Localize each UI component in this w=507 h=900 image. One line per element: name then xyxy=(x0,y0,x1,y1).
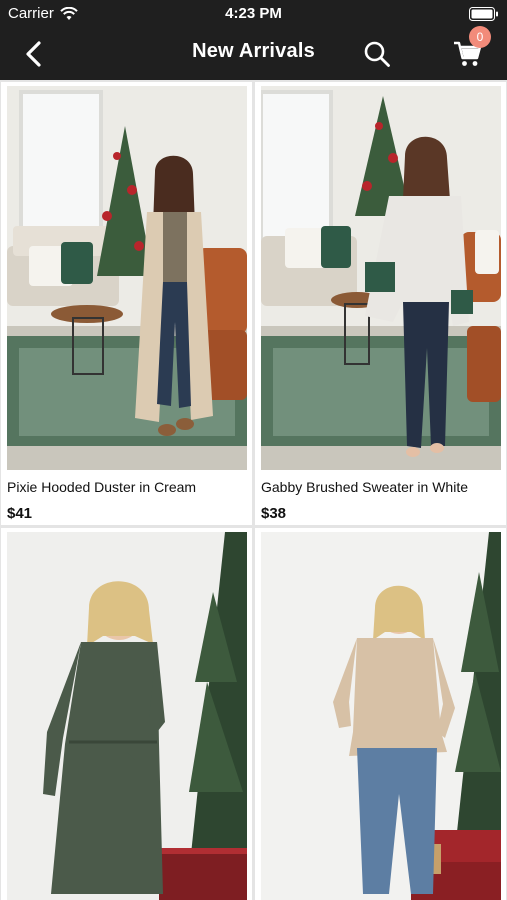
product-card[interactable]: Pixie Hooded Duster in Cream $41 xyxy=(1,82,252,525)
product-image[interactable] xyxy=(261,532,501,900)
page-title: New Arrivals xyxy=(192,40,315,62)
product-price: $38 xyxy=(261,505,287,522)
product-image[interactable] xyxy=(7,86,247,470)
product-image[interactable] xyxy=(261,86,501,470)
status-bar: Carrier 4:23 PM xyxy=(0,0,507,28)
product-card[interactable]: Gabby Brushed Sweater in White $38 xyxy=(255,82,506,525)
app-screen: Carrier 4:23 PM New Arrivals 0 Pixie Hoo… xyxy=(0,0,507,900)
product-grid: Pixie Hooded Duster in Cream $41 Gabby B… xyxy=(0,80,507,900)
product-card[interactable] xyxy=(255,528,506,900)
status-time: 4:23 PM xyxy=(225,5,282,22)
nav-bar: New Arrivals xyxy=(0,28,507,80)
search-icon xyxy=(363,40,391,68)
product-card[interactable] xyxy=(1,528,252,900)
product-image[interactable] xyxy=(7,532,247,900)
cart-count-badge: 0 xyxy=(469,26,491,48)
search-button[interactable] xyxy=(360,37,394,71)
product-price: $41 xyxy=(7,505,33,522)
product-name[interactable]: Pixie Hooded Duster in Cream xyxy=(7,479,247,495)
battery-icon xyxy=(469,7,499,21)
product-name[interactable]: Gabby Brushed Sweater in White xyxy=(261,479,501,495)
